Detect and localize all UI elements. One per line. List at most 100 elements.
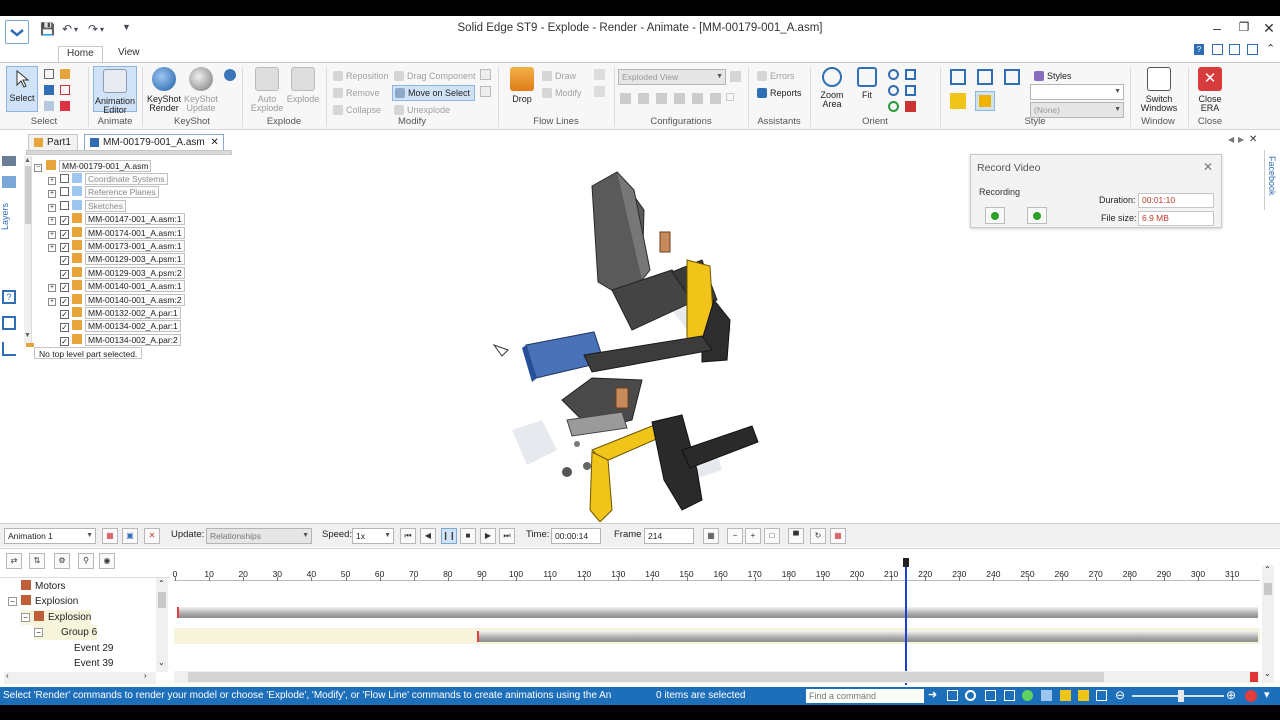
switch-windows-button[interactable]: Switch Windows <box>1134 67 1184 113</box>
visibility-checkbox[interactable]: ✓ <box>60 310 69 319</box>
expand-icon[interactable]: + <box>48 230 56 239</box>
timeline-tree-item[interactable]: − Explosion <box>21 609 92 625</box>
visibility-checkbox[interactable]: ✓ <box>60 256 69 266</box>
maximize-icon[interactable]: ❐ <box>1233 20 1255 34</box>
shaded-edges-button[interactable] <box>975 91 995 111</box>
scroll-right-icon[interactable]: › <box>144 671 147 680</box>
pan-icon[interactable] <box>905 69 916 80</box>
save-animation-button[interactable]: ▣ <box>122 528 138 544</box>
go-to-end-button[interactable]: ⏭ <box>499 528 515 544</box>
view-cube-icon[interactable] <box>950 69 966 85</box>
animation-editor-button[interactable]: Animation Editor <box>93 66 137 115</box>
visibility-checkbox[interactable]: ✓ <box>60 229 69 239</box>
select-button[interactable]: Select <box>6 66 38 112</box>
flow-option-icon[interactable] <box>594 69 605 80</box>
tree-item[interactable]: ✓ MM-00132-002_A.par:1 <box>48 307 181 320</box>
zoom-slider-thumb[interactable] <box>1178 690 1184 702</box>
visibility-checkbox[interactable]: ✓ <box>60 323 69 333</box>
tree-item[interactable]: + ✓ MM-00174-001_A.asm:1 <box>48 226 185 240</box>
scroll-left-icon[interactable]: ‹ <box>6 671 9 680</box>
rotate-icon[interactable] <box>1022 690 1033 701</box>
view-cube-icon[interactable] <box>1004 69 1020 85</box>
layers-label[interactable]: Layers <box>0 196 16 236</box>
close-era-button[interactable]: ✕ Close ERA <box>1192 67 1228 113</box>
remove-button[interactable]: Remove <box>333 86 380 100</box>
tree-item[interactable]: + ✓ MM-00140-001_A.asm:1 <box>48 280 185 293</box>
timeline-tool-button[interactable]: ◉ <box>99 553 115 569</box>
visibility-checkbox[interactable]: ✓ <box>60 243 69 252</box>
refresh-button[interactable]: ↻ <box>810 528 826 544</box>
expand-icon[interactable]: + <box>48 203 56 212</box>
pathfinder-splitter[interactable] <box>26 150 232 155</box>
timeline-tree-item[interactable]: Event 39 <box>47 656 113 671</box>
visibility-checkbox[interactable] <box>60 174 69 183</box>
help-icon[interactable]: ? <box>1194 44 1204 55</box>
collapse-icon[interactable]: − <box>21 612 30 622</box>
select-box-icon[interactable] <box>44 69 54 79</box>
scroll-thumb[interactable] <box>158 592 166 608</box>
shaded-view-icon[interactable] <box>950 93 966 109</box>
modify-option-icon[interactable] <box>480 86 491 97</box>
config-icon[interactable] <box>710 93 721 104</box>
playhead-handle[interactable] <box>902 558 909 567</box>
layout-icon[interactable] <box>1247 44 1258 55</box>
expand-icon[interactable]: + <box>48 244 56 252</box>
drop-button[interactable]: Drop <box>505 67 539 104</box>
flow-modify-button[interactable]: Modify <box>542 86 582 100</box>
zoom-icon[interactable] <box>888 69 899 80</box>
explode-button[interactable]: Explode <box>285 67 321 104</box>
styles-button[interactable]: Styles <box>1034 69 1072 83</box>
timeline-tree-item[interactable]: Event 29 <box>47 641 113 656</box>
tree-item[interactable]: + ✓ MM-00147-001_A.asm:1 <box>48 213 185 226</box>
go-to-start-button[interactable]: ⏮ <box>400 528 416 544</box>
drag-component-button[interactable]: Drag Component <box>394 69 476 83</box>
doctab-part1[interactable]: Part1 <box>28 134 78 150</box>
close-window-icon[interactable]: ✕ <box>1258 20 1280 37</box>
timeline-tree-item[interactable]: − Explosion <box>8 594 78 609</box>
time-field[interactable]: 00:00:14 <box>551 528 601 544</box>
expand-icon[interactable]: + <box>48 190 56 199</box>
keyshot-update-button[interactable]: KeyShot Update <box>182 67 220 113</box>
scroll-down-icon[interactable]: ⌄ <box>1264 669 1271 678</box>
pause-recording-button[interactable] <box>985 207 1005 224</box>
expand-icon[interactable]: + <box>48 177 56 185</box>
timeline-tree-item[interactable]: Motors <box>8 579 66 594</box>
unexplode-button[interactable]: Unexplode <box>394 103 450 117</box>
speed-select[interactable]: 1x ▼ <box>352 528 394 544</box>
doctab-assembly[interactable]: MM-00179-001_A.asm ✕ <box>84 134 224 150</box>
tab-scroll-right-icon[interactable]: ▶ <box>1238 135 1244 144</box>
more-icon[interactable]: ▾ <box>1264 688 1270 701</box>
flow-option-icon[interactable] <box>594 86 605 97</box>
visibility-checkbox[interactable]: ✓ <box>60 296 69 306</box>
scroll-up-icon[interactable]: ▲ <box>24 157 31 164</box>
timeline-hscroll[interactable] <box>174 671 1260 683</box>
view-cube-icon[interactable] <box>1041 690 1052 701</box>
fit-button[interactable]: Fit <box>851 67 883 100</box>
move-on-select-button[interactable]: Move on Select <box>392 85 476 101</box>
align-button[interactable]: ▀ <box>788 528 804 544</box>
collapse-ribbon-icon[interactable]: ⌃ <box>1266 42 1275 55</box>
expand-icon[interactable]: + <box>48 217 56 226</box>
record-icon[interactable] <box>1245 690 1257 702</box>
shaded-edges-icon[interactable] <box>1078 690 1089 701</box>
scroll-up-icon[interactable]: ⌃ <box>158 579 165 588</box>
close-document-icon[interactable]: ✕ <box>1249 134 1257 145</box>
layers-icon[interactable] <box>2 176 16 188</box>
config-icon[interactable] <box>726 93 734 101</box>
keyshot-render-button[interactable]: KeyShot Render <box>145 67 183 113</box>
event-bar[interactable] <box>477 631 1258 642</box>
scroll-thumb[interactable] <box>188 672 1104 682</box>
visibility-checkbox[interactable]: ✓ <box>60 269 69 279</box>
delete-animation-button[interactable]: ✕ <box>144 528 160 544</box>
visibility-checkbox[interactable]: ✓ <box>60 216 69 226</box>
tree-item[interactable]: + ✓ MM-00140-001_A.asm:2 <box>48 293 185 307</box>
spin-icon[interactable] <box>905 101 916 112</box>
config-icon[interactable] <box>674 93 685 104</box>
collapse-icon[interactable]: − <box>34 628 43 638</box>
stop-recording-button[interactable] <box>1027 207 1047 224</box>
zoom-in-icon[interactable] <box>888 85 899 96</box>
reposition-button[interactable]: Reposition <box>333 69 389 83</box>
pathfinder-icon[interactable] <box>2 156 16 166</box>
facebook-label[interactable]: Facebook <box>1267 156 1277 196</box>
collapse-button[interactable]: Collapse <box>333 103 381 117</box>
